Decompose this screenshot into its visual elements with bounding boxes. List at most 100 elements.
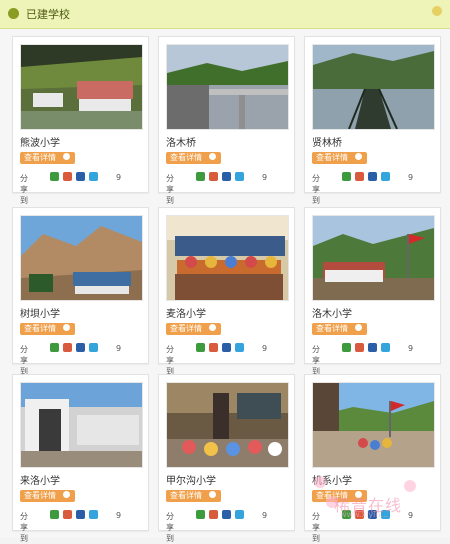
arrow-circle-icon — [354, 324, 362, 331]
share-qzone-icon[interactable] — [196, 343, 205, 352]
view-details-label: 查看详情 — [170, 324, 202, 333]
arrow-circle-icon — [62, 324, 70, 331]
share-qzone-icon[interactable] — [342, 343, 351, 352]
share-qq-icon[interactable] — [89, 172, 98, 181]
view-details-label: 查看详情 — [170, 153, 202, 162]
share-qzone-icon[interactable] — [50, 172, 59, 181]
share-qq-icon[interactable] — [381, 172, 390, 181]
share-qq-icon[interactable] — [235, 172, 244, 181]
school-name: 甲尔沟小学 — [166, 476, 216, 487]
share-weibo-icon[interactable] — [355, 172, 364, 181]
share-qq-icon[interactable] — [381, 343, 390, 352]
school-photo[interactable] — [166, 382, 289, 468]
share-qzone-icon[interactable] — [50, 343, 59, 352]
share-renren-icon[interactable] — [222, 172, 231, 181]
page: 已建学校 熊波小学 查看详情 分享到 9 洛木桥 查看详情 分享到 9 贤林桥 … — [0, 0, 450, 543]
share-renren-icon[interactable] — [76, 510, 85, 519]
share-qq-icon[interactable] — [89, 510, 98, 519]
school-photo-image — [167, 45, 288, 129]
share-renren-icon[interactable] — [76, 172, 85, 181]
school-name: 贤林桥 — [312, 138, 342, 149]
share-qq-icon[interactable] — [235, 343, 244, 352]
view-details-button[interactable]: 查看详情 — [166, 323, 221, 335]
share-weibo-icon[interactable] — [209, 172, 218, 181]
view-details-button[interactable]: 查看详情 — [20, 323, 75, 335]
share-renren-icon[interactable] — [222, 510, 231, 519]
school-card: 机系小学 查看详情 分享到 9 — [304, 374, 441, 543]
school-card: 洛木小学 查看详情 分享到 9 — [304, 207, 441, 376]
arrow-circle-icon — [208, 324, 216, 331]
arrow-circle-icon — [354, 491, 362, 498]
school-name: 洛木小学 — [312, 309, 352, 320]
share-qq-icon[interactable] — [235, 510, 244, 519]
school-photo-image — [21, 383, 142, 467]
share-renren-icon[interactable] — [368, 510, 377, 519]
share-qzone-icon[interactable] — [196, 510, 205, 519]
school-photo[interactable] — [20, 382, 143, 468]
share-weibo-icon[interactable] — [63, 510, 72, 519]
share-label: 分享到 — [312, 174, 320, 205]
view-details-button[interactable]: 查看详情 — [312, 152, 367, 164]
view-details-button[interactable]: 查看详情 — [20, 152, 75, 164]
share-renren-icon[interactable] — [222, 343, 231, 352]
school-card: 树垻小学 查看详情 分享到 9 — [12, 207, 149, 376]
share-qzone-icon[interactable] — [196, 172, 205, 181]
school-name: 麦洛小学 — [166, 309, 206, 320]
view-details-label: 查看详情 — [24, 153, 56, 162]
share-label: 分享到 — [166, 345, 174, 376]
arrow-circle-icon — [208, 491, 216, 498]
school-photo-image — [313, 383, 434, 467]
share-label: 分享到 — [20, 174, 28, 205]
view-details-button[interactable]: 查看详情 — [166, 490, 221, 502]
school-name: 树垻小学 — [20, 309, 60, 320]
view-details-button[interactable]: 查看详情 — [312, 323, 367, 335]
share-count: 9 — [408, 173, 414, 182]
share-count: 9 — [116, 344, 122, 353]
arrow-circle-icon — [62, 491, 70, 498]
view-details-button[interactable]: 查看详情 — [166, 152, 221, 164]
share-qq-icon[interactable] — [381, 510, 390, 519]
school-photo-image — [313, 216, 434, 300]
view-details-button[interactable]: 查看详情 — [20, 490, 75, 502]
share-weibo-icon[interactable] — [209, 343, 218, 352]
school-card: 麦洛小学 查看详情 分享到 9 — [158, 207, 295, 376]
view-details-label: 查看详情 — [24, 491, 56, 500]
school-card: 贤林桥 查看详情 分享到 9 — [304, 36, 441, 205]
view-details-label: 查看详情 — [24, 324, 56, 333]
share-count: 9 — [116, 511, 122, 520]
view-details-button[interactable]: 查看详情 — [312, 490, 367, 502]
share-label: 分享到 — [20, 345, 28, 376]
share-weibo-icon[interactable] — [355, 510, 364, 519]
school-photo[interactable] — [166, 215, 289, 301]
share-weibo-icon[interactable] — [63, 172, 72, 181]
school-name: 机系小学 — [312, 476, 352, 487]
share-renren-icon[interactable] — [368, 172, 377, 181]
share-qzone-icon[interactable] — [342, 172, 351, 181]
share-weibo-icon[interactable] — [209, 510, 218, 519]
share-label: 分享到 — [166, 174, 174, 205]
school-photo[interactable] — [20, 44, 143, 130]
share-qq-icon[interactable] — [89, 343, 98, 352]
school-photo[interactable] — [312, 382, 435, 468]
view-details-label: 查看详情 — [170, 491, 202, 500]
school-photo[interactable] — [312, 44, 435, 130]
arrow-circle-icon — [208, 153, 216, 160]
school-card: 来洛小学 查看详情 分享到 9 — [12, 374, 149, 543]
school-photo[interactable] — [166, 44, 289, 130]
school-card: 甲尔沟小学 查看详情 分享到 9 — [158, 374, 295, 543]
share-count: 9 — [262, 511, 268, 520]
share-renren-icon[interactable] — [76, 343, 85, 352]
share-renren-icon[interactable] — [368, 343, 377, 352]
school-grid: 熊波小学 查看详情 分享到 9 洛木桥 查看详情 分享到 9 贤林桥 查看详情 … — [12, 36, 441, 543]
share-count: 9 — [262, 344, 268, 353]
school-photo[interactable] — [312, 215, 435, 301]
share-weibo-icon[interactable] — [355, 343, 364, 352]
share-count: 9 — [262, 173, 268, 182]
arrow-circle-icon — [354, 153, 362, 160]
share-qzone-icon[interactable] — [50, 510, 59, 519]
share-qzone-icon[interactable] — [342, 510, 351, 519]
share-weibo-icon[interactable] — [63, 343, 72, 352]
school-name: 来洛小学 — [20, 476, 60, 487]
share-count: 9 — [408, 344, 414, 353]
school-photo[interactable] — [20, 215, 143, 301]
